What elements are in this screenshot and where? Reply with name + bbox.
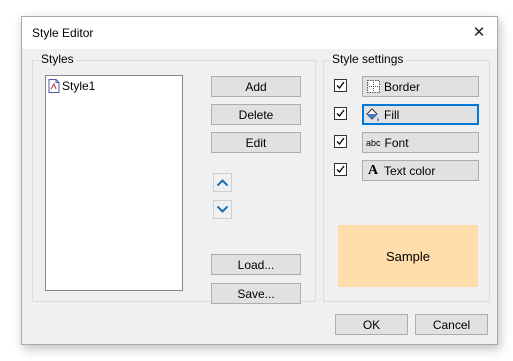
move-down-button[interactable] [213,200,232,219]
cancel-button[interactable]: Cancel [415,314,488,335]
text-color-button[interactable]: A Text color [362,160,479,181]
sample-preview: Sample [338,225,478,287]
chevron-up-icon [216,179,229,187]
save-button[interactable]: Save... [211,283,301,304]
checkmark-icon [336,165,345,173]
move-up-button[interactable] [213,173,232,192]
list-item[interactable]: Style1 [48,78,95,94]
load-button[interactable]: Load... [211,254,301,275]
title-bar: Style Editor ✕ [22,17,497,49]
styles-group: Styles Style1 Add Delete Edit Load... Sa… [32,52,316,304]
style-editor-dialog: Style Editor ✕ Styles Style1 Add Delete … [21,16,498,345]
fill-checkbox[interactable] [334,107,347,120]
text-color-icon-glyph: A [367,162,379,178]
border-checkbox[interactable] [334,79,347,92]
ok-button[interactable]: OK [335,314,408,335]
font-button-label: Font [384,135,409,150]
border-button[interactable]: Border [362,76,479,97]
style-settings-group-label: Style settings [330,52,406,66]
style-file-icon [48,79,60,93]
abc-font-icon: abc [366,137,381,148]
border-icon [366,80,380,94]
checkmark-icon [336,109,345,117]
close-icon[interactable]: ✕ [461,17,497,49]
list-item-label: Style1 [62,79,96,93]
window-title: Style Editor [32,26,94,40]
text-color-checkbox[interactable] [334,163,347,176]
style-settings-group: Style settings Border Fill abc Font A Te… [323,52,490,302]
fill-bucket-icon [366,107,380,122]
fill-button-label: Fill [384,107,400,122]
fill-button[interactable]: Fill [362,104,479,125]
chevron-down-icon [216,205,229,213]
checkmark-icon [336,137,345,145]
styles-list[interactable]: Style1 [45,75,183,291]
edit-button[interactable]: Edit [211,132,301,153]
add-button[interactable]: Add [211,76,301,97]
text-color-icon: A [366,162,380,178]
border-button-label: Border [384,79,421,94]
delete-button[interactable]: Delete [211,104,301,125]
styles-group-label: Styles [39,52,76,66]
font-checkbox[interactable] [334,135,347,148]
checkmark-icon [336,81,345,89]
text-color-button-label: Text color [384,163,436,178]
font-button[interactable]: abc Font [362,132,479,153]
